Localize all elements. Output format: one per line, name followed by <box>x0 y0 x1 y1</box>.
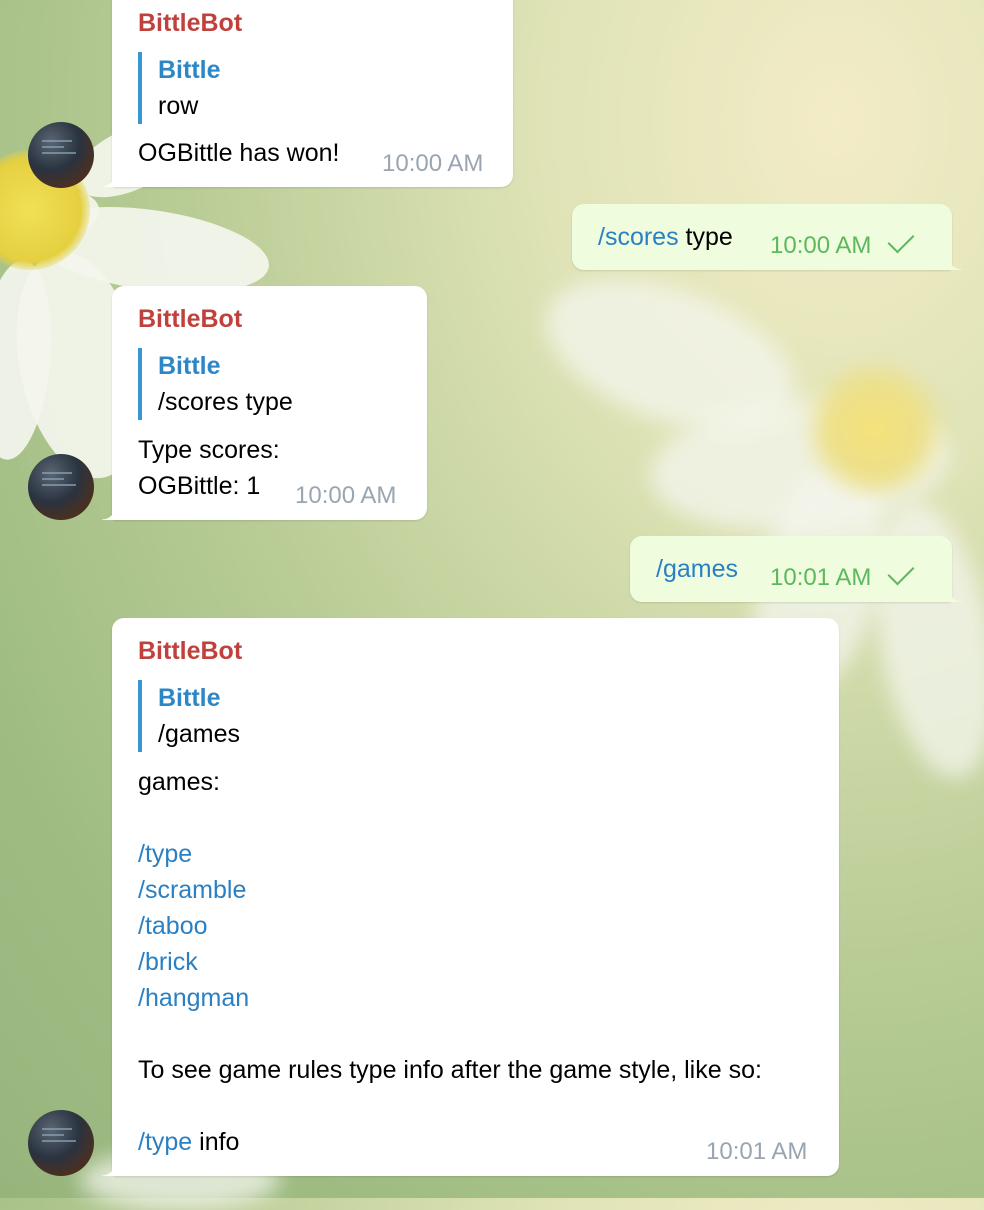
game-link-taboo[interactable]: /taboo <box>138 908 249 944</box>
message-text: /scores type <box>598 219 733 255</box>
quote-author: Bittle <box>158 56 221 84</box>
command-link[interactable]: /games <box>656 555 738 583</box>
time-label: 10:00 AM <box>770 232 872 259</box>
message-bubble: BittleBot Bittle row OGBittle has won! 1… <box>102 0 513 187</box>
message-text-line: Type scores: <box>138 436 280 464</box>
games-list: /type /scramble /taboo /brick /hangman <box>138 836 249 1016</box>
quote-author: Bittle <box>158 684 221 712</box>
example-command: /type info <box>138 1124 239 1160</box>
games-heading: games: <box>138 768 220 796</box>
sender-name[interactable]: BittleBot <box>138 304 242 334</box>
message-bubble-outgoing: /games 10:01 AM <box>630 536 962 602</box>
message-time: 10:00 AM <box>295 482 397 509</box>
message-bubble-outgoing: /scores type 10:00 AM <box>572 204 962 270</box>
message-bubble: BittleBot Bittle /scores type Type score… <box>102 286 427 520</box>
command-link[interactable]: /type <box>138 1128 192 1156</box>
game-link-scramble[interactable]: /scramble <box>138 872 249 908</box>
rules-text: To see game rules type info after the ga… <box>138 1056 762 1084</box>
message-text: OGBittle has won! <box>138 139 340 167</box>
reply-quote[interactable]: Bittle /games <box>138 680 240 752</box>
sender-name[interactable]: BittleBot <box>138 636 242 666</box>
message-text-line: OGBittle: 1 <box>138 472 261 500</box>
message-bubble: BittleBot Bittle /games games: /type /sc… <box>102 618 839 1176</box>
game-link-type[interactable]: /type <box>138 836 249 872</box>
command-link[interactable]: /scores <box>598 223 679 251</box>
quote-text: /games <box>158 720 240 748</box>
sent-check-icon <box>887 558 915 586</box>
reply-quote[interactable]: Bittle row <box>138 52 221 124</box>
game-link-hangman[interactable]: /hangman <box>138 980 249 1016</box>
message-time: 10:00 AM <box>770 226 915 260</box>
command-arg: type <box>685 223 733 251</box>
message-text: /games <box>656 551 738 587</box>
bot-avatar[interactable] <box>28 122 94 188</box>
command-arg: info <box>199 1128 240 1156</box>
quote-text: /scores type <box>158 388 293 416</box>
time-label: 10:01 AM <box>770 564 872 591</box>
quote-author: Bittle <box>158 352 221 380</box>
reply-quote[interactable]: Bittle /scores type <box>138 348 293 420</box>
sender-name[interactable]: BittleBot <box>138 8 242 38</box>
message-time: 10:01 AM <box>706 1138 808 1165</box>
sent-check-icon <box>887 226 915 254</box>
bot-avatar[interactable] <box>28 454 94 520</box>
bot-avatar[interactable] <box>28 1110 94 1176</box>
message-time: 10:01 AM <box>770 558 915 592</box>
game-link-brick[interactable]: /brick <box>138 944 249 980</box>
quote-text: row <box>158 92 199 120</box>
message-time: 10:00 AM <box>382 150 484 177</box>
